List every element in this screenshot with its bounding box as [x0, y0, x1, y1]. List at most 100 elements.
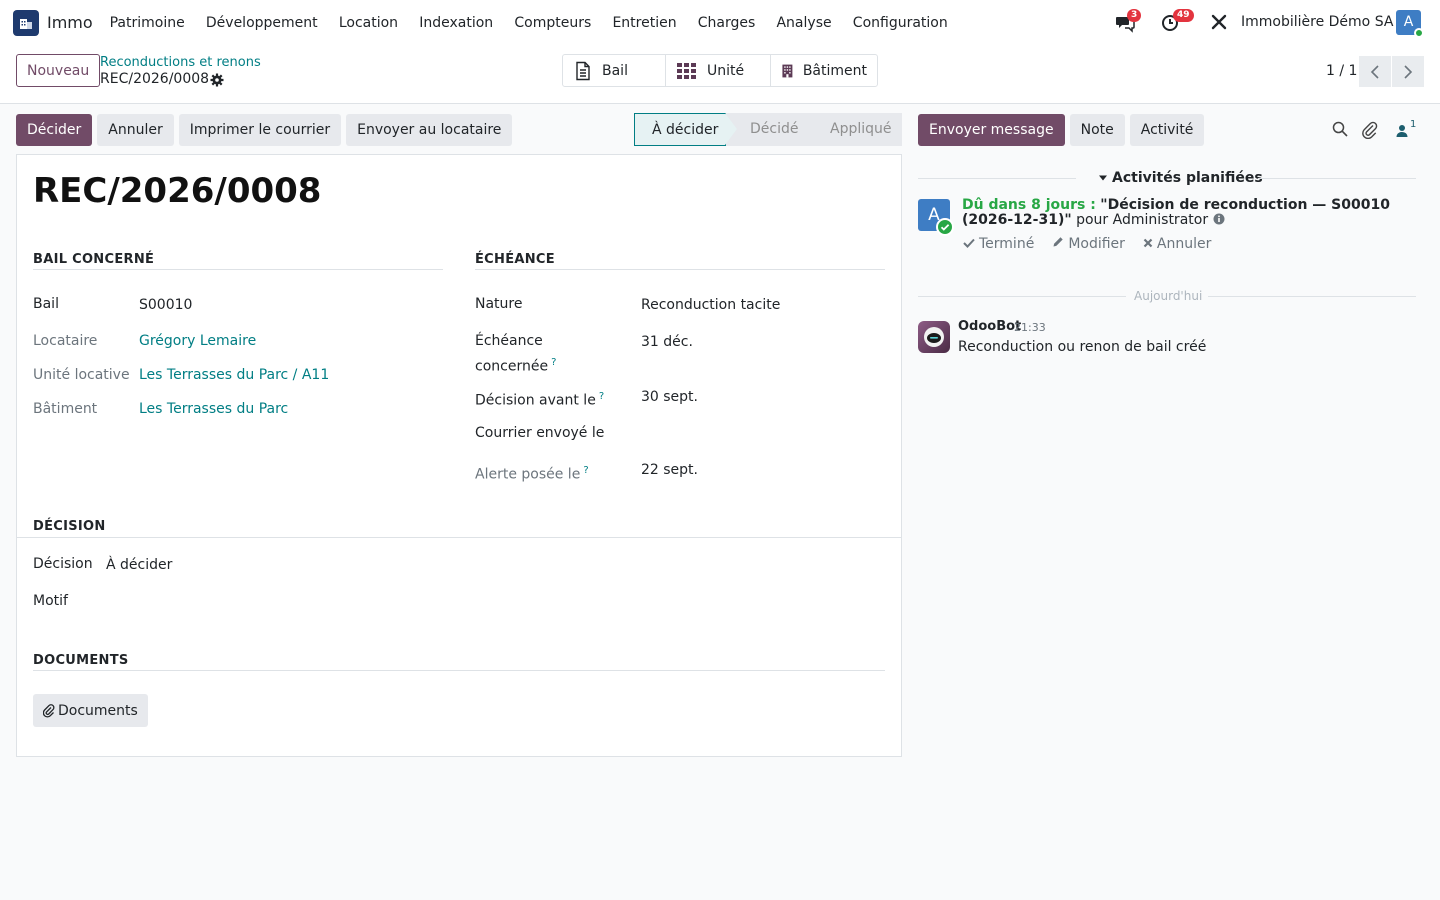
form-sheet: REC/2026/0008 BAIL CONCERNÉ Bail S00010 … — [16, 154, 902, 757]
menu-item-indexation[interactable]: Indexation — [409, 15, 504, 31]
status-arrow — [806, 113, 818, 145]
field-value-unite[interactable]: Les Terrasses du Parc / A11 — [139, 367, 329, 383]
help-tooltip-icon[interactable]: ? — [551, 357, 556, 368]
company-switcher[interactable]: Immobilière Démo SA — [1241, 14, 1393, 30]
tools-icon[interactable] — [1210, 13, 1230, 33]
menu-item-developpement[interactable]: Développement — [195, 15, 328, 31]
breadcrumb-record-name: REC/2026/0008 — [100, 71, 210, 87]
messaging-icon[interactable]: 3 — [1115, 9, 1142, 33]
chevron-left-icon — [1370, 64, 1379, 79]
status-step-label: Appliqué — [830, 121, 892, 137]
chatter-topbar: Envoyer message Note Activité — [918, 114, 1205, 146]
date-separator: Aujourd'hui — [918, 289, 1416, 303]
message-author[interactable]: OdooBot — [958, 319, 1021, 334]
date-separator-label: Aujourd'hui — [1134, 289, 1203, 303]
followers-button[interactable]: 1 — [1396, 119, 1418, 139]
status-step-applique[interactable]: Appliqué — [806, 113, 902, 146]
planned-activities-title[interactable]: Activités planifiées — [1098, 170, 1263, 186]
activity-done-check-icon — [936, 218, 954, 236]
section-divider — [33, 269, 443, 270]
breadcrumb-parent-link[interactable]: Reconductions et renons — [100, 55, 261, 70]
info-icon[interactable] — [1213, 213, 1225, 225]
search-icon[interactable] — [1332, 121, 1350, 139]
activity-actions: Terminé Modifier Annuler — [963, 236, 1211, 252]
pencil-icon — [1053, 237, 1064, 247]
menu-item-charges[interactable]: Charges — [687, 15, 766, 31]
menu-item-patrimoine[interactable]: Patrimoine — [99, 15, 195, 31]
date-divider — [1208, 296, 1416, 297]
activity-edit-button[interactable]: Modifier — [1052, 236, 1125, 252]
field-value-bail[interactable]: S00010 — [139, 297, 192, 313]
menu-item-analyse[interactable]: Analyse — [766, 15, 842, 31]
section-divider — [33, 670, 885, 671]
send-message-button[interactable]: Envoyer message — [918, 114, 1065, 146]
online-status-dot — [1414, 28, 1424, 38]
field-value-batiment[interactable]: Les Terrasses du Parc — [139, 401, 288, 417]
field-label-locataire: Locataire — [33, 333, 98, 349]
documents-button[interactable]: Documents — [33, 694, 148, 727]
close-icon — [1143, 238, 1153, 248]
status-bar: À décider Décidé Appliqué — [634, 113, 902, 146]
help-tooltip-icon[interactable]: ? — [583, 465, 588, 476]
menu-item-compteurs[interactable]: Compteurs — [504, 15, 602, 31]
cancel-button[interactable]: Annuler — [97, 114, 174, 146]
header-divider — [1258, 178, 1416, 179]
field-label-batiment: Bâtiment — [33, 401, 98, 417]
section-title-decision: DÉCISION — [33, 519, 106, 534]
planned-activities-header[interactable]: Activités planifiées — [918, 170, 1416, 188]
activity-done-label: Terminé — [979, 236, 1035, 252]
decide-button[interactable]: Décider — [16, 114, 93, 146]
menu-item-configuration[interactable]: Configuration — [842, 15, 958, 31]
menu-item-location[interactable]: Location — [328, 15, 408, 31]
message-body: Reconduction ou renon de bail créé — [958, 339, 1207, 355]
activities-clock-icon[interactable]: 49 — [1161, 9, 1194, 33]
smart-buttons: Bail Unité Bâtiment — [562, 54, 878, 87]
new-button[interactable]: Nouveau — [16, 54, 101, 87]
status-step-decide[interactable]: Décidé — [726, 113, 818, 146]
menu-item-entretien[interactable]: Entretien — [602, 15, 687, 31]
documents-button-label: Documents — [58, 702, 138, 719]
field-label-unite: Unité locative — [33, 367, 130, 383]
field-value-locataire[interactable]: Grégory Lemaire — [139, 333, 256, 349]
app-name[interactable]: Immo — [47, 13, 93, 32]
field-label-nature: Nature — [475, 296, 523, 312]
field-value-decision[interactable]: À décider — [106, 557, 172, 573]
field-label-line: concernée? — [475, 352, 556, 378]
field-value-decision-avant[interactable]: 30 sept. — [641, 389, 698, 405]
field-label-text: Décision avant le — [475, 392, 596, 409]
activity-done-button[interactable]: Terminé — [963, 236, 1034, 252]
print-letter-button[interactable]: Imprimer le courrier — [178, 114, 342, 146]
field-label-decision: Décision — [33, 556, 93, 572]
smart-button-unite[interactable]: Unité — [666, 55, 771, 86]
field-value-nature[interactable]: Reconduction tacite — [641, 297, 780, 313]
date-divider — [918, 296, 1126, 297]
attachment-icon[interactable] — [1362, 121, 1380, 140]
field-label-courrier: Courrier envoyé le — [475, 425, 605, 441]
field-value-echeance-concernee[interactable]: 31 déc. — [641, 334, 693, 350]
section-divider — [17, 537, 901, 538]
user-avatar[interactable]: A — [1396, 10, 1424, 38]
section-title-bail: BAIL CONCERNÉ — [33, 252, 155, 267]
smart-button-batiment-label: Bâtiment — [802, 62, 867, 79]
log-note-button[interactable]: Note — [1069, 114, 1125, 146]
smart-button-bail[interactable]: Bail — [563, 55, 666, 86]
status-step-label: À décider — [652, 122, 719, 138]
help-tooltip-icon[interactable]: ? — [599, 391, 604, 402]
pager-value[interactable]: 1 / 1 — [1326, 63, 1357, 79]
section-title-echeance: ÉCHÉANCE — [475, 252, 555, 267]
status-step-a-decider[interactable]: À décider — [634, 113, 737, 146]
activity-cancel-button[interactable]: Annuler — [1143, 236, 1211, 252]
app-logo-icon[interactable] — [13, 10, 39, 36]
pager-next-button[interactable] — [1392, 56, 1424, 87]
main-menu: Patrimoine Développement Location Indexa… — [99, 0, 958, 46]
smart-button-batiment[interactable]: Bâtiment — [771, 55, 877, 86]
caret-down-icon — [1099, 175, 1107, 181]
activity-cancel-label: Annuler — [1156, 236, 1212, 252]
pager-previous-button[interactable] — [1359, 56, 1391, 87]
robot-icon — [924, 327, 944, 347]
send-to-tenant-button[interactable]: Envoyer au locataire — [346, 114, 513, 146]
field-value-alerte[interactable]: 22 sept. — [641, 462, 698, 478]
paperclip-icon — [43, 703, 55, 718]
schedule-activity-button[interactable]: Activité — [1129, 114, 1205, 146]
gear-icon[interactable] — [210, 73, 224, 87]
